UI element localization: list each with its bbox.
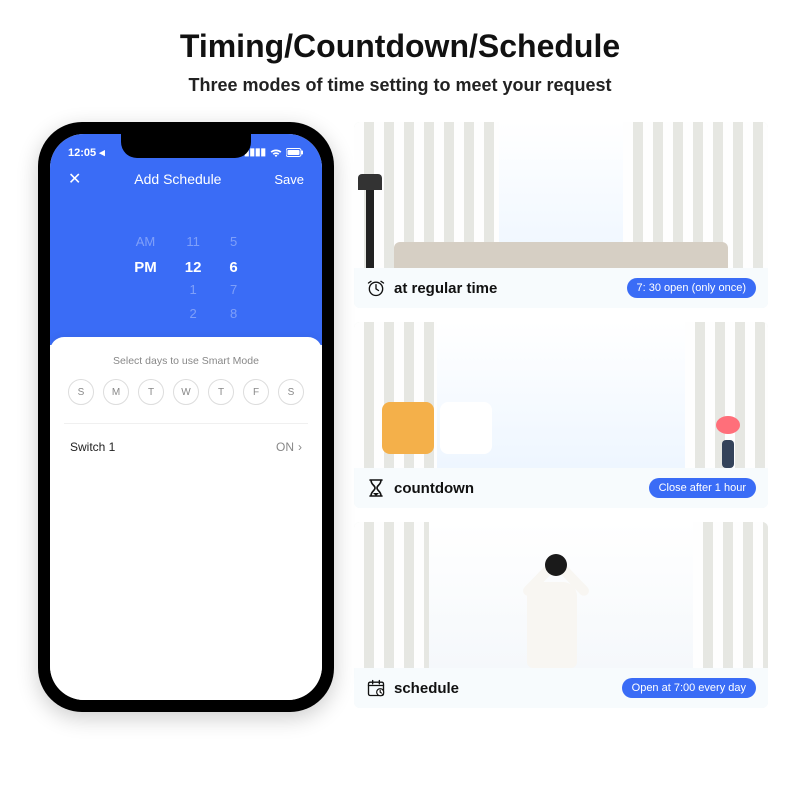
picker-col-minute[interactable]: 5 6 7 8: [229, 209, 237, 323]
day-thu[interactable]: T: [208, 379, 234, 405]
day-fri[interactable]: F: [243, 379, 269, 405]
save-button[interactable]: Save: [274, 172, 304, 187]
card-schedule: schedule Open at 7:00 every day: [354, 522, 768, 708]
smart-mode-label: Select days to use Smart Mode: [64, 355, 308, 367]
day-selector: S M T W T F S: [64, 379, 308, 424]
chevron-right-icon: ›: [298, 440, 302, 454]
day-mon[interactable]: M: [103, 379, 129, 405]
card-photo: [354, 122, 768, 268]
picker-col-hour[interactable]: 11 12 1 2: [185, 209, 202, 323]
page-title: Timing/Countdown/Schedule: [32, 28, 768, 65]
card-badge: 7: 30 open (only once): [627, 278, 756, 298]
day-sat[interactable]: S: [278, 379, 304, 405]
day-wed[interactable]: W: [173, 379, 199, 405]
screen-title: Add Schedule: [134, 171, 221, 187]
card-title: schedule: [394, 680, 459, 697]
clock-icon: [366, 278, 386, 298]
switch-value: ON: [276, 440, 294, 454]
card-photo: [354, 322, 768, 468]
card-title: countdown: [394, 480, 474, 497]
hourglass-icon: [366, 478, 386, 498]
card-badge: Close after 1 hour: [649, 478, 756, 498]
card-countdown: countdown Close after 1 hour: [354, 322, 768, 508]
schedule-header: 12:05 ◂ ▮▮▮▮ ✕ Add: [50, 134, 322, 345]
feature-cards: at regular time 7: 30 open (only once) c…: [354, 122, 768, 712]
switch-row[interactable]: Switch 1 ON ›: [64, 424, 308, 470]
phone-mockup: 12:05 ◂ ▮▮▮▮ ✕ Add: [38, 122, 334, 712]
phone-notch: [121, 134, 251, 158]
schedule-card: Select days to use Smart Mode S M T W T …: [50, 337, 322, 700]
time-picker[interactable]: AM PM 11 12 1 2: [50, 201, 322, 345]
battery-icon: [286, 148, 304, 157]
card-photo: [354, 522, 768, 668]
status-indicators: ▮▮▮▮: [244, 146, 304, 159]
day-tue[interactable]: T: [138, 379, 164, 405]
switch-label: Switch 1: [70, 440, 115, 454]
close-button[interactable]: ✕: [68, 169, 81, 189]
picker-col-ampm[interactable]: AM PM: [134, 209, 157, 323]
card-regular-time: at regular time 7: 30 open (only once): [354, 122, 768, 308]
day-sun[interactable]: S: [68, 379, 94, 405]
card-title: at regular time: [394, 280, 497, 297]
wifi-icon: [270, 148, 282, 158]
calendar-icon: [366, 678, 386, 698]
card-badge: Open at 7:00 every day: [622, 678, 756, 698]
status-time: 12:05 ◂: [68, 146, 105, 159]
page-subtitle: Three modes of time setting to meet your…: [32, 75, 768, 96]
